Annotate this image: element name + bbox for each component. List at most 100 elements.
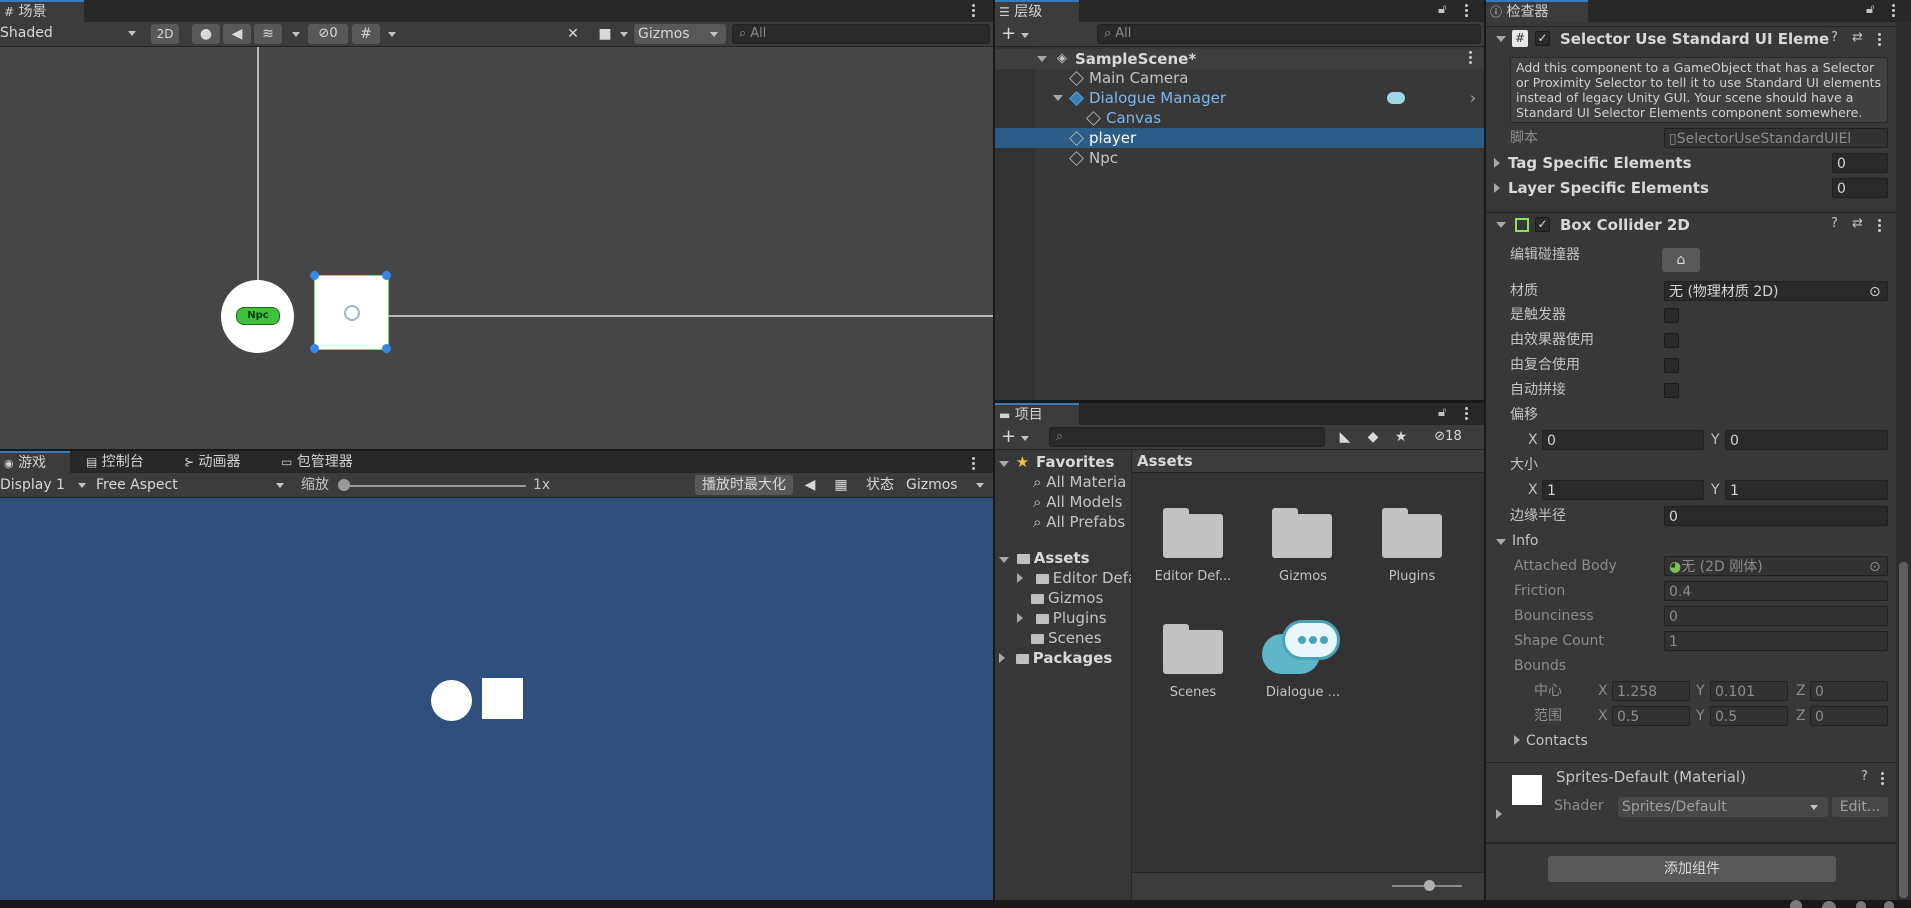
packages-node[interactable]: Packages [999,648,1112,668]
auto-tiling-checkbox[interactable] [1664,383,1679,398]
keyboard-shortcuts-button[interactable]: ▦ [828,475,854,495]
expand-arrow-icon[interactable] [1496,809,1502,819]
stats-button[interactable]: 状态 [860,475,900,495]
hierarchy-item-dialogue-manager[interactable]: Dialogue Manager › [995,88,1484,108]
handle-top-left[interactable] [310,271,319,280]
audio-toggle[interactable]: ◀ [223,24,251,44]
help-icon[interactable]: ? [1861,769,1868,784]
tab-package-manager[interactable]: ▭ 包管理器 [277,451,361,473]
aspect-dropdown[interactable]: Free Aspect [96,475,290,495]
inspector-scrollbar[interactable] [1896,22,1911,900]
scrollbar-thumb[interactable] [1899,562,1908,898]
handle-top-right[interactable] [382,271,391,280]
folder-editor-default[interactable]: Editor Defa [1017,568,1131,588]
hierarchy-item-player[interactable]: player [995,128,1484,148]
object-picker-icon[interactable]: ⊙ [1869,282,1881,300]
preset-icon[interactable]: ⇄ [1852,30,1863,45]
favorites-filter-button[interactable]: ★ [1389,427,1413,447]
component-menu-icon[interactable] [1878,217,1882,234]
component-enabled-checkbox[interactable]: ✓ [1535,217,1550,232]
inspector-menu-icon[interactable] [1892,2,1896,19]
shader-dropdown[interactable]: Sprites/Default [1618,797,1828,817]
project-add-button[interactable]: + [1001,427,1035,447]
search-by-type-button[interactable]: ◣ [1333,427,1357,447]
scene-item-menu-icon[interactable] [1469,49,1473,66]
project-menu-icon[interactable] [1465,405,1469,422]
scene-root-item[interactable]: ◈ SampleScene* [995,49,1484,69]
maximize-on-play-button[interactable]: 播放时最大化 [695,475,793,495]
shader-edit-button[interactable]: Edit... [1832,797,1888,817]
help-icon[interactable]: ? [1831,216,1838,231]
lock-icon[interactable]: 🔓︎ [1438,2,1446,17]
player-sprite[interactable] [314,275,389,350]
assets-node[interactable]: Assets [999,548,1090,568]
expand-arrow-icon[interactable] [1494,158,1500,168]
hierarchy-search-input[interactable]: ⌕ All [1097,24,1481,44]
tab-hierarchy[interactable]: ☰ 层级 [995,0,1079,22]
component-header-box-collider[interactable]: ✓ Box Collider 2D ? ⇄ [1486,212,1896,237]
scene-menu-icon[interactable] [972,2,976,19]
display-dropdown[interactable]: Display 1 [0,475,90,495]
hierarchy-item-npc[interactable]: Npc [1069,148,1118,168]
expand-arrow-icon[interactable] [1494,183,1500,193]
tag-specific-label[interactable]: Tag Specific Elements [1494,153,1692,173]
expand-arrow-icon[interactable] [999,461,1009,467]
favorite-all-materials[interactable]: ⌕ All Materia [1033,472,1126,492]
asset-folder-editor-default[interactable] [1163,508,1223,558]
component-header-selector[interactable]: # ✓ Selector Use Standard UI Element ? ⇄ [1486,26,1896,51]
offset-x-field[interactable]: 0 [1542,430,1704,450]
size-x-field[interactable]: 1 [1542,480,1704,500]
favorite-all-models[interactable]: ⌕ All Models [1033,492,1122,512]
asset-folder-plugins[interactable] [1382,508,1442,558]
expand-arrow-icon[interactable] [1017,613,1023,623]
hierarchy-item-canvas[interactable]: Canvas [1086,108,1161,128]
dialogue-system-asset-icon[interactable] [1262,618,1342,682]
game-menu-icon[interactable] [972,455,976,472]
hierarchy-add-button[interactable]: + [1001,24,1035,44]
chevron-down-icon[interactable] [620,32,628,37]
edit-collider-button[interactable]: ⌂ [1662,248,1700,272]
npc-sprite[interactable]: Npc [221,280,294,353]
favorite-all-prefabs[interactable]: ⌕ All Prefabs [1033,512,1125,532]
scene-gizmos-dropdown[interactable]: Gizmos [634,24,726,44]
project-search-input[interactable]: ⌕ [1049,427,1325,447]
layer-specific-count[interactable]: 0 [1832,178,1888,198]
handle-bottom-right[interactable] [382,344,391,353]
edge-radius-field[interactable]: 0 [1664,506,1888,526]
expand-arrow-icon[interactable] [1496,222,1506,228]
shading-dropdown[interactable]: Shaded [0,23,140,43]
help-icon[interactable]: ? [1831,30,1838,45]
expand-arrow-icon[interactable] [1053,95,1063,101]
search-by-label-button[interactable]: ◆ [1361,427,1385,447]
expand-arrow-icon[interactable] [1496,36,1506,42]
preset-icon[interactable]: ⇄ [1852,216,1863,231]
favorites-node[interactable]: ★ Favorites [999,452,1114,472]
expand-arrow-icon[interactable] [999,653,1005,663]
handle-bottom-left[interactable] [310,344,319,353]
chevron-down-icon[interactable] [388,32,396,37]
material-menu-icon[interactable] [1881,770,1885,787]
expand-arrow-icon[interactable] [999,557,1009,563]
tab-animator[interactable]: ⊱ 动画器 [180,451,249,473]
mode-2d-button[interactable]: 2D [151,24,179,44]
grid-snap-toggle[interactable]: # [352,24,380,44]
tools-button[interactable]: ✕ [560,24,586,44]
scene-viewport[interactable]: Npc [0,47,993,449]
asset-folder-gizmos[interactable] [1272,508,1332,558]
folder-gizmos[interactable]: Gizmos [1031,588,1103,608]
game-viewport[interactable] [0,498,993,900]
icon-size-slider-thumb[interactable] [1424,880,1435,891]
scene-search-input[interactable]: ⌕ All [732,24,990,44]
lock-icon[interactable]: 🔓︎ [1866,2,1874,17]
camera-button[interactable]: ■ [592,24,618,44]
expand-arrow-icon[interactable] [1037,56,1047,62]
contacts-foldout[interactable]: Contacts [1514,731,1588,751]
lock-icon[interactable]: 🔓︎ [1438,405,1446,420]
scale-slider-thumb[interactable] [338,479,350,491]
tab-inspector[interactable]: ⓘ 检查器 [1486,0,1588,22]
tab-game[interactable]: ◉ 游戏 [0,451,70,473]
used-by-composite-checkbox[interactable] [1664,358,1679,373]
component-menu-icon[interactable] [1878,31,1882,48]
hierarchy-item-main-camera[interactable]: Main Camera [1069,68,1188,88]
folder-plugins[interactable]: Plugins [1017,608,1107,628]
